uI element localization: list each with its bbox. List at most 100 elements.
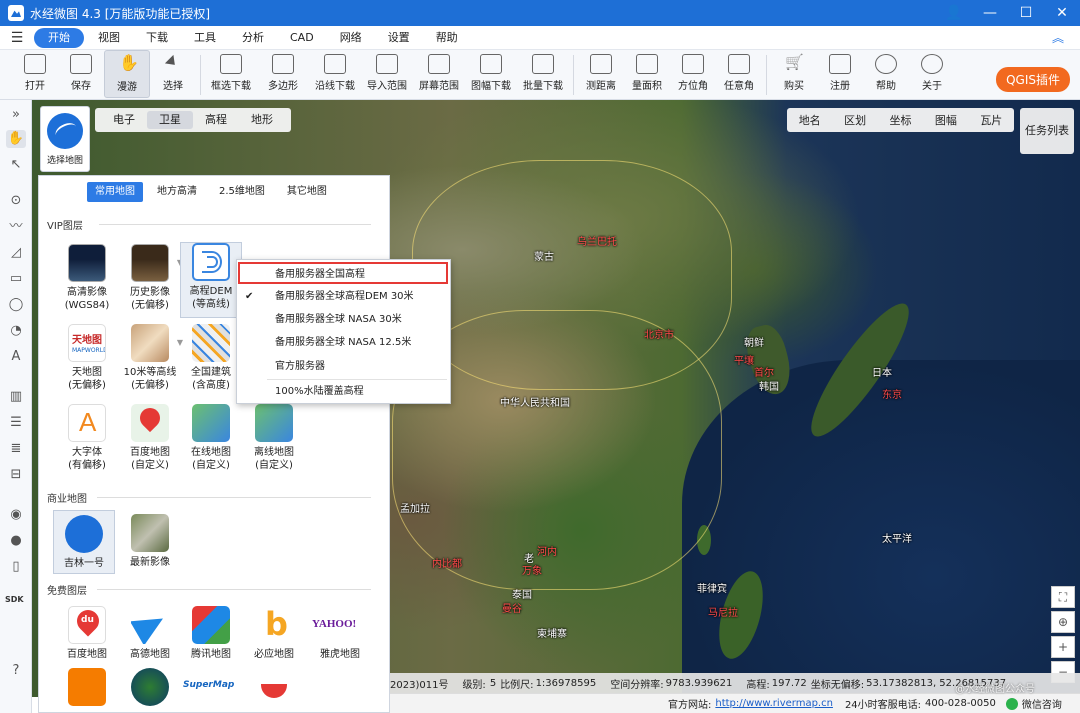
tile-elevation-dem[interactable]: 高程DEM (等高线) <box>180 242 242 318</box>
layers-icon[interactable]: ☰ <box>6 414 26 432</box>
tile-historical-imagery[interactable]: 历史影像(无偏移) ▼ <box>119 244 183 320</box>
option-backup-global-dem-30m[interactable]: ✔ 备用服务器全球高程DEM 30米 <box>237 286 450 308</box>
polygon-button[interactable]: 多边形 <box>257 50 309 98</box>
wechat-consult-button[interactable]: 微信咨询 <box>1005 696 1062 711</box>
option-backup-global-nasa-30m[interactable]: 备用服务器全球 NASA 30米 <box>237 309 450 331</box>
tile-national-buildings[interactable]: 全国建筑 (含高度) <box>180 324 242 400</box>
tab-place-names[interactable]: 地名 <box>799 112 821 128</box>
close-button[interactable]: ✕ <box>1044 5 1080 21</box>
task-list-button[interactable]: 任务列表 <box>1020 108 1074 154</box>
option-backup-national-elevation[interactable]: 备用服务器全国高程 <box>238 262 448 284</box>
any-angle-button[interactable]: 任意角 <box>716 50 762 98</box>
azimuth-button[interactable]: 方位角 <box>670 50 716 98</box>
pan-button[interactable]: 漫游 <box>104 50 150 98</box>
building-icon[interactable]: ▥ <box>6 388 26 406</box>
text-icon[interactable]: A <box>6 348 26 366</box>
option-backup-global-nasa-12-5m[interactable]: 备用服务器全球 NASA 12.5米 <box>237 332 450 354</box>
marker-icon[interactable]: ⊙ <box>6 192 26 210</box>
hamburger-menu-icon[interactable]: ☰ <box>0 30 34 46</box>
tab-districts[interactable]: 区划 <box>844 112 866 128</box>
screen-range-button[interactable]: 屏幕范围 <box>413 50 465 98</box>
sdk-icon[interactable]: SDK <box>5 595 24 604</box>
help-circle-icon[interactable]: ? <box>6 662 26 680</box>
tile-osm[interactable] <box>56 668 118 712</box>
baidu-custom-icon <box>131 404 169 442</box>
tab-sheets[interactable]: 图幅 <box>935 112 957 128</box>
option-full-land-sea-elevation[interactable]: 100%水陆覆盖高程 <box>237 381 450 403</box>
menu-analysis[interactable]: 分析 <box>230 28 276 48</box>
tile-red-map[interactable] <box>243 668 305 712</box>
tab-coordinates[interactable]: 坐标 <box>889 112 911 128</box>
tile-jilin-1[interactable]: 吉林一号 <box>53 510 115 574</box>
tile-yahoo-map[interactable]: YAHOO! 雅虎地图 <box>309 606 371 682</box>
sheet-download-button[interactable]: 图幅下载 <box>465 50 517 98</box>
phone-icon[interactable]: ▯ <box>6 558 26 576</box>
tile-10m-contour[interactable]: 10米等高线 (无偏移) ▼ <box>119 324 183 400</box>
import-range-button[interactable]: 导入范围 <box>361 50 413 98</box>
hand-icon[interactable]: ✋ <box>6 130 26 148</box>
tile-globe[interactable] <box>119 668 181 712</box>
about-button[interactable]: 关于 <box>909 50 955 98</box>
circle-icon[interactable]: ◯ <box>6 296 26 314</box>
tab-local-hd[interactable]: 地方高清 <box>149 182 205 202</box>
menu-start[interactable]: 开始 <box>34 27 84 48</box>
map-label: 北京市 <box>644 330 674 341</box>
open-button[interactable]: 打开 <box>12 50 58 98</box>
link-icon[interactable]: ● <box>6 532 26 550</box>
tile-online-custom[interactable]: 在线地图 (自定义) <box>180 404 242 480</box>
tile-supermap[interactable]: SuperMap <box>180 668 242 712</box>
tab-terrain[interactable]: 地形 <box>239 111 285 129</box>
measure-distance-button[interactable]: 测距离 <box>578 50 624 98</box>
rectangle-icon[interactable]: ▭ <box>6 270 26 288</box>
zoom-in-button[interactable]: + <box>1051 636 1075 658</box>
line-download-button[interactable]: 沿线下载 <box>309 50 361 98</box>
menu-tools[interactable]: 工具 <box>182 28 228 48</box>
website-link[interactable]: http://www.rivermap.cn <box>715 698 833 709</box>
polyline-icon[interactable]: 〰 <box>6 218 26 236</box>
yahoo-logo-icon: YAHOO! <box>310 606 370 644</box>
measure-area-button[interactable]: 量面积 <box>624 50 670 98</box>
minimize-button[interactable]: — <box>972 5 1008 21</box>
help-button[interactable]: 帮助 <box>863 50 909 98</box>
option-official-server[interactable]: 官方服务器 <box>237 356 450 378</box>
tile-offline-custom[interactable]: 离线地图 (自定义) <box>243 404 305 480</box>
expand-icon[interactable]: » <box>6 106 26 124</box>
globe-icon[interactable]: ◉ <box>6 506 26 524</box>
area-icon[interactable]: ◿ <box>6 244 26 262</box>
select-map-button[interactable]: 选择地图 <box>40 106 90 172</box>
batch-download-button[interactable]: 批量下载 <box>517 50 569 98</box>
user-icon[interactable]: 👤 <box>936 5 972 21</box>
tab-other-maps[interactable]: 其它地图 <box>279 182 335 202</box>
maximize-button[interactable]: ☐ <box>1008 5 1044 21</box>
stack-icon[interactable]: ≣ <box>6 440 26 458</box>
tab-tiles[interactable]: 瓦片 <box>980 112 1002 128</box>
sector-icon[interactable]: ◔ <box>6 322 26 340</box>
tab-elevation[interactable]: 高程 <box>193 111 239 129</box>
menu-help[interactable]: 帮助 <box>424 28 470 48</box>
tab-satellite[interactable]: 卫星 <box>147 111 193 129</box>
menu-view[interactable]: 视图 <box>86 28 132 48</box>
collapse-ribbon-icon[interactable]: ︽ <box>1052 29 1064 46</box>
box-download-button[interactable]: 框选下载 <box>205 50 257 98</box>
measure-icon[interactable]: ⊟ <box>6 466 26 484</box>
buy-button[interactable]: 购买 <box>771 50 817 98</box>
menu-settings[interactable]: 设置 <box>376 28 422 48</box>
locate-icon[interactable]: ⊕ <box>1051 611 1075 633</box>
tab-electronic[interactable]: 电子 <box>101 111 147 129</box>
tile-tianditu[interactable]: 天地图 MAPWORLD 天地图 (无偏移) <box>56 324 118 400</box>
tile-baidu-custom[interactable]: 百度地图 (自定义) <box>119 404 181 480</box>
tab-common-maps[interactable]: 常用地图 <box>87 182 143 202</box>
register-button[interactable]: 注册 <box>817 50 863 98</box>
cursor-icon[interactable]: ↖ <box>6 156 26 174</box>
tile-large-font[interactable]: A 大字体 (有偏移) <box>56 404 118 480</box>
save-button[interactable]: 保存 <box>58 50 104 98</box>
tile-latest-imagery[interactable]: 最新影像 <box>119 514 181 590</box>
menu-network[interactable]: 网络 <box>328 28 374 48</box>
tab-2-5d-maps[interactable]: 2.5维地图 <box>211 182 273 202</box>
fullscreen-icon[interactable]: ⛶ <box>1051 586 1075 608</box>
select-button[interactable]: 选择 <box>150 50 196 98</box>
menu-cad[interactable]: CAD <box>278 28 326 48</box>
qgis-plugin-button[interactable]: QGIS插件 <box>996 67 1070 92</box>
tile-hd-imagery[interactable]: 高清影像 (WGS84) <box>56 244 118 320</box>
menu-download[interactable]: 下载 <box>134 28 180 48</box>
